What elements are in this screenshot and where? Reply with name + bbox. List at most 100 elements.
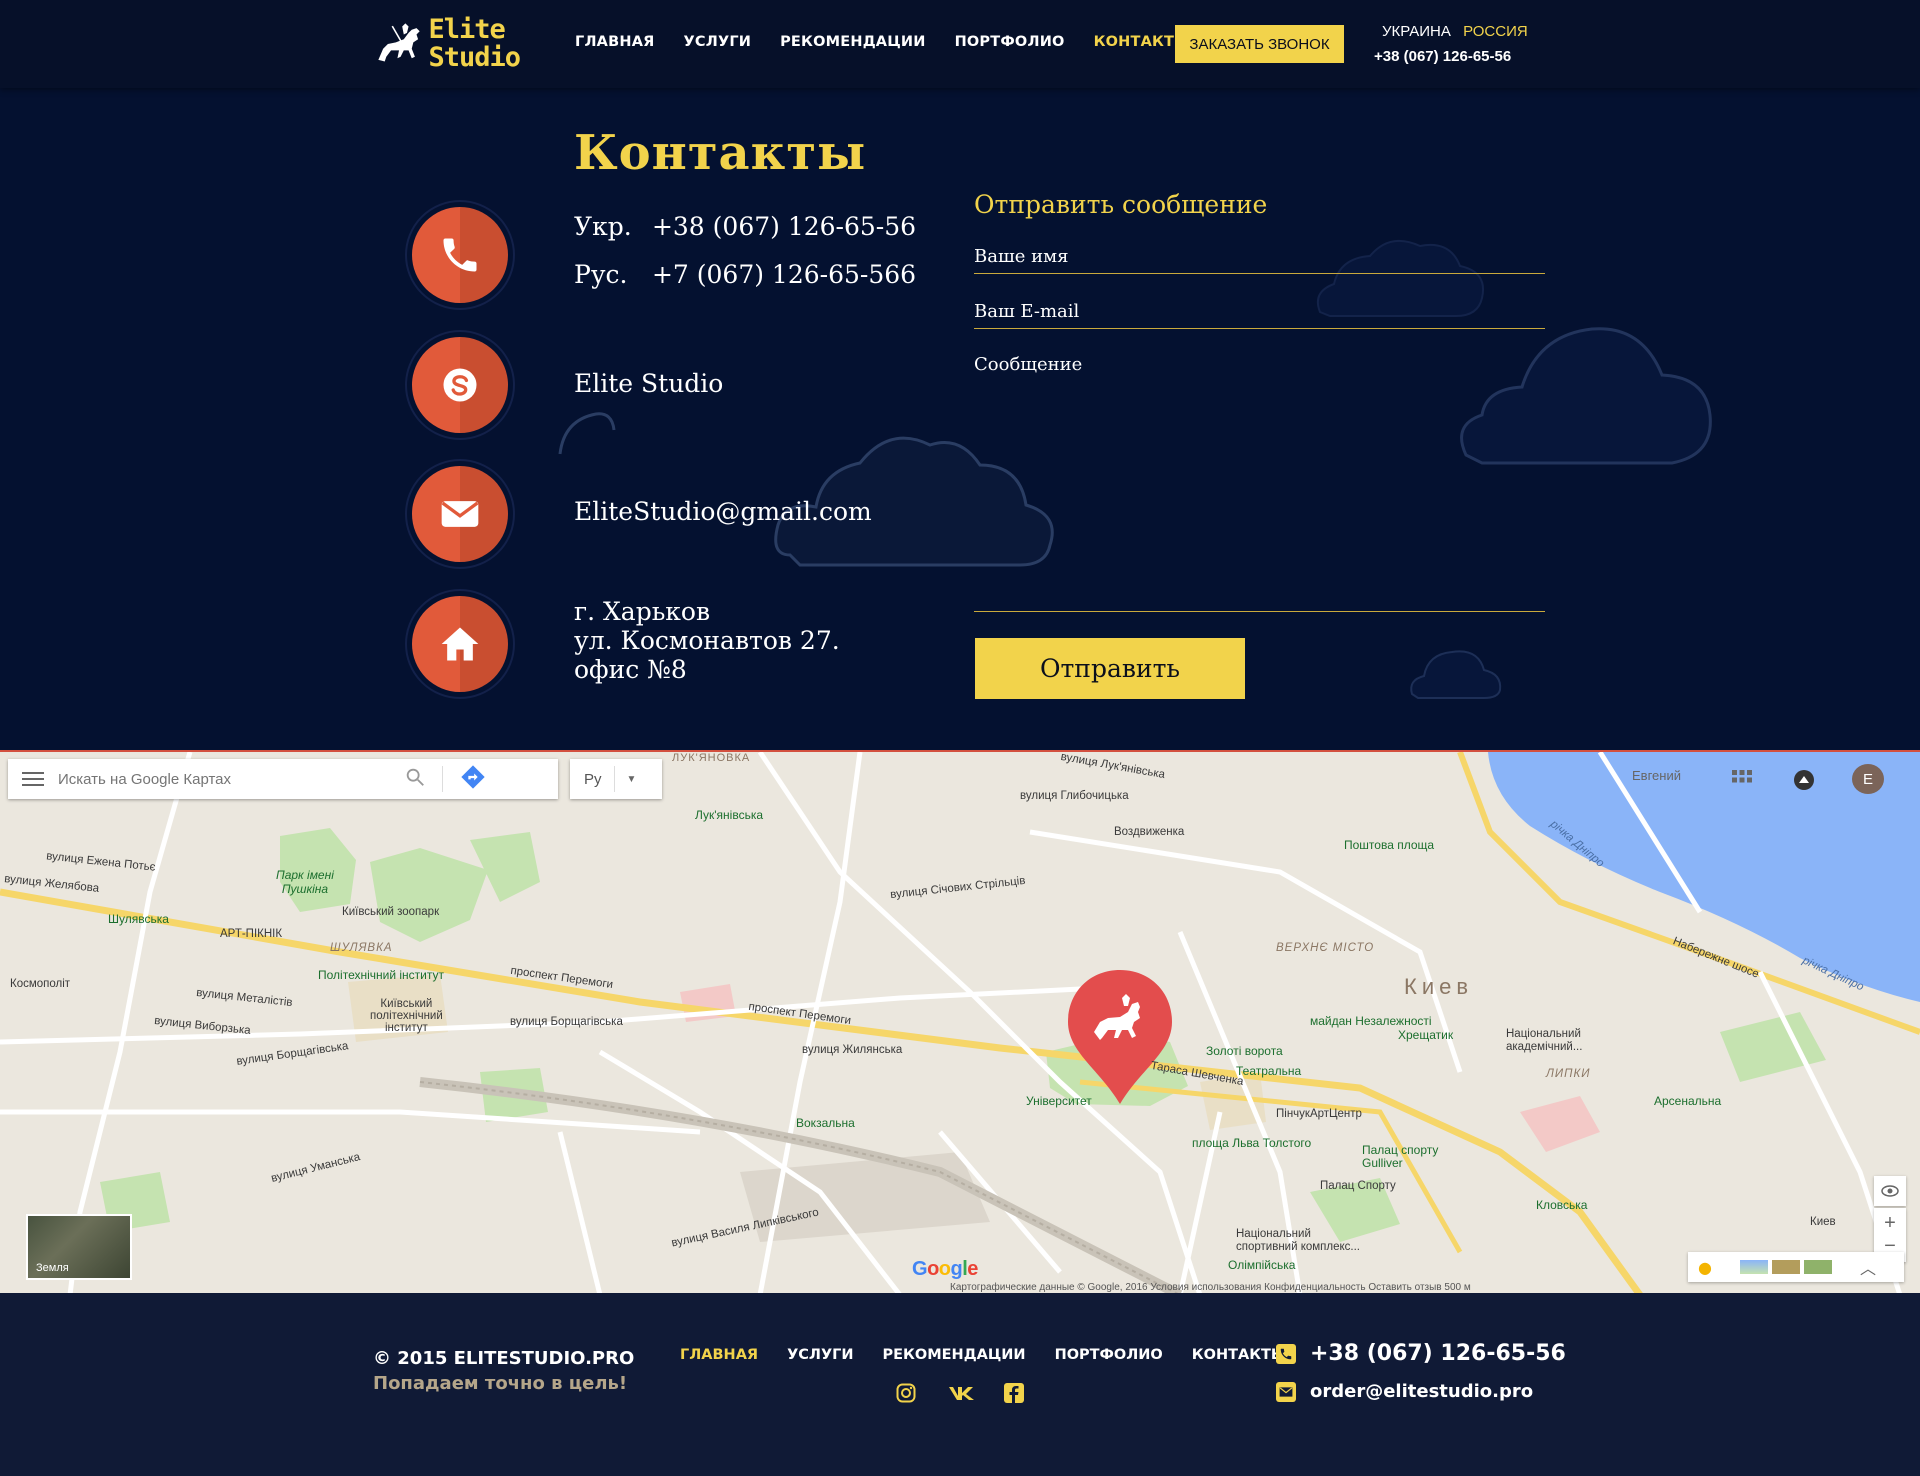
country-switch: УКРАИНА РОССИЯ xyxy=(1382,23,1528,40)
email-field[interactable] xyxy=(974,299,1545,329)
skype-name[interactable]: Elite Studio xyxy=(574,369,723,398)
vk-icon[interactable] xyxy=(948,1381,976,1405)
map-label: вулиця Глибочицька xyxy=(1020,790,1129,802)
footer-phone-row: +38 (067) 126-65-56 xyxy=(1276,1341,1566,1366)
footer-nav: ГЛАВНАЯ УСЛУГИ РЕКОМЕНДАЦИИ ПОРТФОЛИО КО… xyxy=(680,1347,1315,1363)
phone-icon xyxy=(443,238,477,272)
map-attribution: Картографические данные © Google, 2016 У… xyxy=(950,1282,1471,1293)
google-map[interactable]: ЛУК'ЯНОВКА Лук'янівська Воздвиженка Пошт… xyxy=(0,750,1920,1293)
footer-nav-uslugi[interactable]: УСЛУГИ xyxy=(787,1347,853,1363)
map-canvas xyxy=(0,752,1920,1293)
chevron-up-icon[interactable]: ︿ xyxy=(1860,1255,1876,1279)
menu-icon[interactable] xyxy=(8,772,58,786)
map-label: Парк імені Пушкіна xyxy=(276,868,334,896)
home-icon xyxy=(441,627,479,661)
footer-nav-glavnaya[interactable]: ГЛАВНАЯ xyxy=(680,1347,758,1363)
map-label: Вокзальна xyxy=(796,1116,855,1130)
map-label: Арсенальна xyxy=(1654,1094,1722,1108)
name-field[interactable] xyxy=(974,244,1545,274)
visibility-icon[interactable] xyxy=(1874,1176,1906,1206)
map-label: Олімпійська xyxy=(1228,1258,1296,1272)
map-label: Національний спортивний комплекс... xyxy=(1236,1228,1361,1253)
map-label: Поштова площа xyxy=(1344,838,1435,852)
map-label: Університет xyxy=(1026,1094,1092,1108)
main-nav: ГЛАВНАЯ УСЛУГИ РЕКОМЕНДАЦИИ ПОРТФОЛИО КО… xyxy=(575,34,1218,50)
satellite-toggle[interactable]: Земля xyxy=(26,1214,132,1280)
map-search-input[interactable] xyxy=(58,770,398,788)
phone-russia-value[interactable]: +7 (067) 126-65-566 xyxy=(652,260,916,289)
footer-email-row: order@elitestudio.pro xyxy=(1276,1381,1533,1402)
terrain-thumb-icon[interactable] xyxy=(1739,1260,1768,1274)
country-ukraine[interactable]: УКРАИНА xyxy=(1382,23,1451,40)
envelope-icon xyxy=(441,501,479,527)
footer-nav-kontakty[interactable]: КОНТАКТЫ xyxy=(1192,1347,1286,1363)
footer-email[interactable]: order@elitestudio.pro xyxy=(1310,1381,1533,1402)
footer-nav-portfolio[interactable]: ПОРТФОЛИО xyxy=(1055,1347,1163,1363)
slogan: Попадаем точно в цель! xyxy=(373,1373,628,1394)
horse-rider-icon xyxy=(378,23,420,62)
contact-address: г. Харьков ул. Космонавтов 27. офис №8 xyxy=(574,597,840,684)
google-logo: Google xyxy=(912,1258,978,1280)
site-header: Elite Studio ГЛАВНАЯ УСЛУГИ РЕКОМЕНДАЦИИ… xyxy=(0,0,1920,88)
logo-text: Elite Studio xyxy=(428,14,521,73)
submit-button[interactable]: Отправить xyxy=(975,638,1245,699)
layers-thumb-icon[interactable] xyxy=(1803,1260,1832,1274)
callback-button[interactable]: ЗАКАЗАТЬ ЗВОНОК xyxy=(1175,25,1344,63)
map-label: Воздвиженка xyxy=(1114,826,1185,838)
envelope-icon xyxy=(1276,1381,1296,1402)
nav-portfolio[interactable]: ПОРТФОЛИО xyxy=(955,34,1065,50)
address-street: ул. Космонавтов 27. xyxy=(574,626,840,655)
country-russia[interactable]: РОССИЯ xyxy=(1463,23,1528,40)
footer-nav-rekomendatsii[interactable]: РЕКОМЕНДАЦИИ xyxy=(883,1347,1026,1363)
map-label: Київський зоопарк xyxy=(342,906,440,918)
skype-circle xyxy=(405,330,515,440)
map-label: вулиця Жилянська xyxy=(802,1044,903,1056)
map-label: вулиця Борщагівська xyxy=(510,1016,623,1028)
page-title: Контакты xyxy=(574,125,867,181)
satellite-thumb-icon[interactable] xyxy=(1771,1260,1800,1274)
logo[interactable]: Elite Studio xyxy=(372,12,521,76)
map-label: Палац Спорту xyxy=(1320,1180,1396,1192)
facebook-icon[interactable] xyxy=(1002,1381,1026,1405)
nav-glavnaya[interactable]: ГЛАВНАЯ xyxy=(575,34,654,50)
map-label: Киев xyxy=(1404,974,1474,999)
map-label: Київський політехнічний інститут xyxy=(370,998,443,1034)
search-icon[interactable] xyxy=(404,766,426,792)
divider xyxy=(613,766,615,792)
map-label: ПінчукАртЦентр xyxy=(1276,1108,1362,1120)
instagram-icon[interactable] xyxy=(894,1381,918,1405)
skype-icon xyxy=(443,368,477,402)
phone-ukraine-label: Укр. xyxy=(574,212,632,241)
address-office: офис №8 xyxy=(574,655,687,684)
header-phone[interactable]: +38 (067) 126-65-56 xyxy=(1374,48,1511,65)
map-label: Кловська xyxy=(1536,1198,1588,1212)
contact-email[interactable]: EliteStudio@gmail.com xyxy=(574,497,872,526)
copyright: © 2015 ELITESTUDIO.PRO xyxy=(373,1348,635,1369)
nav-uslugi[interactable]: УСЛУГИ xyxy=(683,34,751,50)
zoom-in-icon[interactable]: + xyxy=(1884,1212,1896,1235)
address-city: г. Харьков xyxy=(574,597,711,626)
apps-grid-icon[interactable] xyxy=(1730,768,1754,792)
form-title: Отправить сообщение xyxy=(974,190,1268,219)
pegman-icon[interactable]: ● xyxy=(1698,1258,1712,1277)
map-user-name[interactable]: Евгений xyxy=(1632,768,1681,783)
avatar[interactable]: E xyxy=(1852,764,1884,794)
map-label: Національний академічний... xyxy=(1506,1028,1583,1053)
map-label: Політехнічний інститут xyxy=(318,968,445,982)
footer-phone[interactable]: +38 (067) 126-65-56 xyxy=(1310,1341,1566,1366)
map-label: Лук'янівська xyxy=(695,808,764,822)
map-label: Киев xyxy=(1810,1216,1836,1228)
map-label: майдан Незалежності xyxy=(1310,1014,1432,1028)
email-circle xyxy=(405,459,515,569)
phone-ukraine-value[interactable]: +38 (067) 126-65-56 xyxy=(652,212,916,241)
map-language-value: Ру xyxy=(584,770,602,788)
directions-icon[interactable] xyxy=(459,763,487,795)
map-label: Космополіт xyxy=(10,978,71,990)
divider xyxy=(442,766,443,792)
notifications-icon[interactable] xyxy=(1792,768,1816,792)
chevron-down-icon: ▼ xyxy=(626,773,637,785)
map-language-select[interactable]: Ру ▼ xyxy=(570,759,662,799)
site-footer: © 2015 ELITESTUDIO.PRO Попадаем точно в … xyxy=(0,1293,1920,1476)
message-field[interactable] xyxy=(974,354,1545,612)
nav-rekomendatsii[interactable]: РЕКОМЕНДАЦИИ xyxy=(780,34,925,50)
